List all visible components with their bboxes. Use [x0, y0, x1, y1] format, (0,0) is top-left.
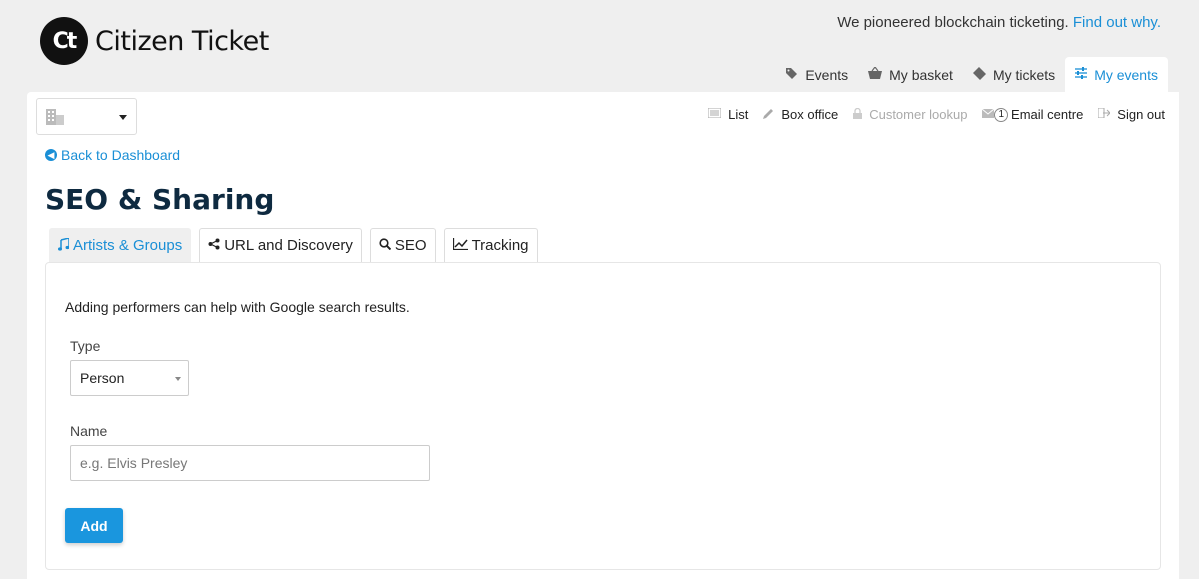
- name-label: Name: [70, 423, 108, 439]
- sub-nav: List Box office Customer lookup 1 Email …: [693, 107, 1165, 122]
- tab-label: SEO: [394, 237, 427, 254]
- type-select-value: Person: [80, 370, 125, 386]
- tab-label: URL and Discovery: [224, 237, 353, 254]
- tab-label: Tracking: [471, 237, 529, 254]
- nav-item-my-events[interactable]: My events: [1065, 57, 1168, 92]
- tagline-text: We pioneered blockchain ticketing.: [837, 14, 1073, 31]
- ticket-icon: [972, 66, 986, 83]
- sliders-icon: [1075, 67, 1088, 82]
- nav-item-my-basket[interactable]: My basket: [858, 57, 963, 92]
- sub-nav-email-centre[interactable]: 1 Email centre: [982, 107, 1083, 122]
- find-out-why-link[interactable]: Find out why.: [1073, 14, 1161, 31]
- tab-bar: Artists & Groups URL and Discovery SEO T…: [49, 228, 546, 262]
- page-title: SEO & Sharing: [45, 183, 275, 216]
- sub-nav-customer-lookup[interactable]: Customer lookup: [853, 107, 967, 122]
- sub-nav-label: Box office: [781, 107, 839, 122]
- share-icon: [208, 238, 220, 253]
- chevron-down-icon: [119, 115, 127, 120]
- tab-artists-groups[interactable]: Artists & Groups: [49, 228, 192, 262]
- music-icon: [58, 236, 70, 254]
- sub-nav-label: List: [728, 107, 749, 122]
- sub-nav-label: Customer lookup: [869, 107, 968, 122]
- search-icon: [379, 238, 392, 253]
- nav-item-label: Events: [805, 66, 849, 83]
- sub-nav-list[interactable]: List: [707, 107, 749, 122]
- nav-item-label: My events: [1094, 66, 1158, 83]
- lock-icon: [853, 107, 863, 122]
- sub-nav-label: Email centre: [1011, 107, 1084, 122]
- tab-tracking[interactable]: Tracking: [443, 228, 538, 262]
- pencil-icon: [763, 108, 774, 122]
- tag-icon: [785, 67, 798, 83]
- back-link-label: Back to Dashboard: [61, 147, 181, 163]
- email-count-badge: 1: [994, 107, 1009, 122]
- nav-item-label: My basket: [889, 66, 953, 83]
- site-header: Ct Citizen Ticket We pioneered blockchai…: [0, 0, 1199, 92]
- basket-icon: [868, 66, 883, 82]
- citizen-ticket-logo[interactable]: Ct Citizen Ticket: [40, 17, 269, 65]
- name-input[interactable]: [70, 445, 430, 481]
- venue-select[interactable]: [36, 98, 137, 135]
- building-icon: [46, 109, 64, 125]
- arrow-left-circle-icon: ◀: [45, 149, 57, 161]
- sign-out-icon: [1097, 107, 1112, 121]
- logo-mark: Ct: [40, 17, 88, 65]
- nav-item-events[interactable]: Events: [775, 57, 858, 92]
- type-label: Type: [70, 338, 101, 354]
- tab-url-and-discovery[interactable]: URL and Discovery: [199, 228, 362, 262]
- intro-text: Adding performers can help with Google s…: [65, 299, 410, 315]
- chevron-down-icon: [175, 377, 181, 381]
- sub-nav-sign-out[interactable]: Sign out: [1097, 107, 1165, 122]
- tagline: We pioneered blockchain ticketing. Find …: [837, 14, 1161, 31]
- brand-name: Citizen Ticket: [95, 25, 269, 57]
- tab-label: Artists & Groups: [73, 237, 183, 254]
- type-select[interactable]: Person: [70, 360, 189, 396]
- main-nav: Events My basket My tickets My events: [775, 57, 1168, 92]
- nav-item-label: My tickets: [992, 66, 1056, 83]
- artists-groups-panel: Adding performers can help with Google s…: [45, 262, 1161, 570]
- sub-nav-box-office[interactable]: Box office: [763, 107, 838, 122]
- envelope-icon: [982, 108, 995, 121]
- line-chart-icon: [452, 238, 468, 253]
- nav-item-my-tickets[interactable]: My tickets: [963, 57, 1065, 92]
- list-icon: [707, 107, 722, 121]
- add-button[interactable]: Add: [65, 508, 123, 543]
- main-panel: List Box office Customer lookup 1 Email …: [27, 92, 1179, 579]
- tab-seo[interactable]: SEO: [369, 228, 436, 262]
- back-to-dashboard-link[interactable]: ◀ Back to Dashboard: [45, 147, 180, 163]
- sub-nav-label: Sign out: [1117, 107, 1165, 122]
